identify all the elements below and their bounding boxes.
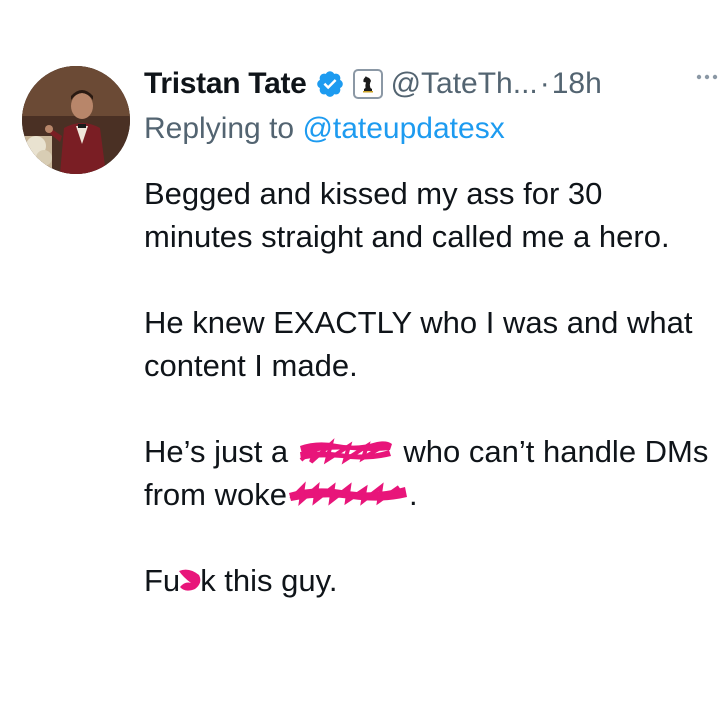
tweet-paragraph: Begged and kissed my ass for 30 minutes …	[144, 176, 670, 254]
replying-to-label: Replying to	[144, 112, 303, 145]
redacted-word	[287, 479, 409, 509]
more-options-icon[interactable]	[692, 62, 722, 92]
tweet-text: Begged and kissed my ass for 30 minutes …	[144, 172, 714, 645]
tweet-paragraph: He’s just a who can’t handle DMs from wo…	[144, 430, 714, 516]
handle[interactable]: @TateTh...	[391, 67, 538, 101]
tweet-text-fragment: .	[408, 477, 418, 512]
timestamp[interactable]: 18h	[552, 67, 602, 101]
tweet-text-fragment: Fu	[144, 563, 181, 598]
tweet-text-fragment: He’s just a	[144, 434, 297, 469]
replying-to: Replying to @tateupdatesx	[144, 112, 505, 146]
dot-separator: ·	[539, 67, 550, 100]
ellipsis-icon	[696, 74, 718, 80]
chess-knight-icon	[362, 76, 373, 93]
avatar[interactable]	[22, 66, 130, 174]
avatar-photo	[22, 66, 130, 174]
display-name[interactable]: Tristan Tate	[144, 67, 307, 101]
tweet-paragraph: He knew EXACTLY who I was and what conte…	[144, 305, 693, 383]
redaction-scribble	[299, 438, 392, 465]
tweet-header: Tristan Tate @TateTh... · 18h	[144, 62, 602, 106]
tweet-text-fragment: k this guy.	[200, 563, 338, 598]
redaction-scribble	[179, 569, 201, 591]
redacted-letter	[179, 565, 201, 595]
tweet-paragraph: Fu k this guy.	[144, 559, 714, 602]
redaction-scribble	[288, 481, 407, 507]
redacted-word	[297, 436, 395, 466]
tweet[interactable]: Tristan Tate @TateTh... · 18h Replying t…	[0, 0, 728, 728]
verified-badge-icon	[316, 71, 343, 97]
affiliate-badge-icon[interactable]	[352, 69, 383, 99]
reply-mention-link[interactable]: @tateupdatesx	[302, 112, 504, 145]
